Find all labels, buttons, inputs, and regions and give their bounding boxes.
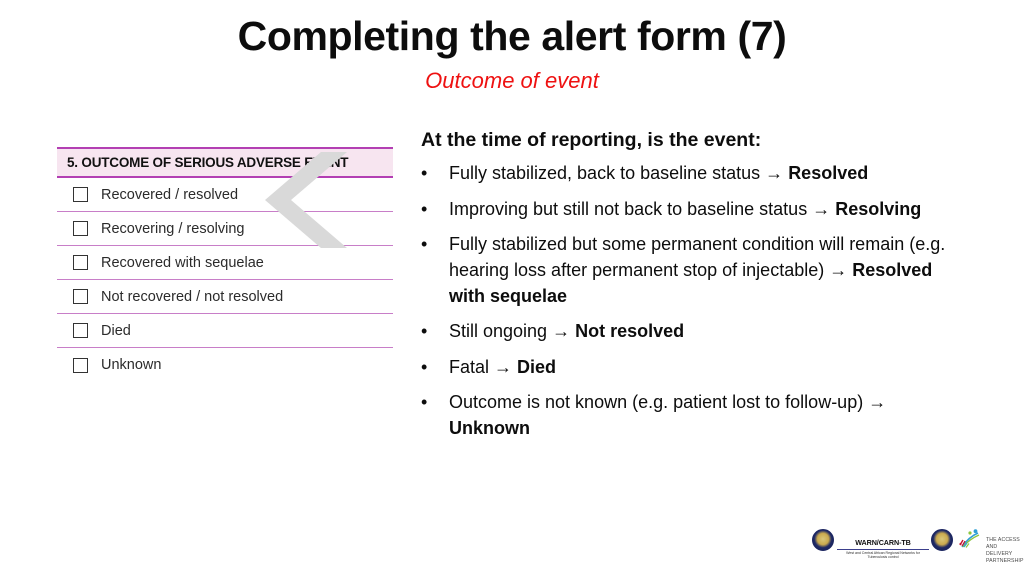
un-seal-icon: [812, 529, 834, 551]
divider: [837, 548, 929, 550]
list-item-outcome: Resolving: [835, 198, 922, 219]
adp-text-block: THE ACCESS AND DELIVERY PARTNERSHIP: [986, 537, 1024, 565]
checkbox-icon[interactable]: [73, 221, 88, 236]
content-column: At the time of reporting, is the event: …: [421, 128, 961, 451]
footer-logo-strip: WARN/CARN-TB West and Central African Re…: [812, 528, 1023, 572]
list-item-arrow: →: [765, 163, 789, 184]
warn-carn-tagline: West and Central African Regional Networ…: [846, 550, 920, 560]
list-item-lead: Outcome is not known (e.g. patient lost …: [449, 392, 869, 413]
list-item-text: Fatal → Died: [449, 355, 961, 381]
form-option-label: Died: [101, 322, 131, 339]
bullet-marker: •: [421, 198, 428, 219]
warn-carn-name: WARN/CARN-TB: [855, 538, 911, 547]
checkbox-icon[interactable]: [73, 289, 88, 304]
page-title: Completing the alert form (7): [237, 13, 787, 59]
list-item-arrow: →: [494, 356, 518, 377]
list-item: • Still ongoing → Not resolved: [421, 319, 961, 345]
form-option-row[interactable]: Recovered with sequelae: [57, 246, 393, 280]
checkbox-icon[interactable]: [73, 187, 88, 202]
list-item-text: Fully stabilized but some permanent cond…: [449, 232, 961, 309]
bullet-marker: •: [421, 392, 428, 413]
form-option-label: Recovering / resolving: [101, 220, 245, 237]
bullet-marker: •: [421, 234, 428, 255]
warn-carn-logo: WARN/CARN-TB West and Central African Re…: [812, 528, 953, 559]
list-item-arrow: →: [552, 321, 576, 342]
list-item: • Fully stabilized but some permanent co…: [421, 232, 961, 309]
form-option-label: Unknown: [101, 357, 162, 373]
list-item-text: Improving but still not back to baseline…: [449, 197, 961, 223]
warn-carn-text-block: WARN/CARN-TB West and Central African Re…: [837, 528, 929, 559]
adp-line-1: THE ACCESS AND: [986, 537, 1020, 551]
bullet-marker: •: [421, 163, 428, 184]
list-item-outcome: Unknown: [449, 417, 530, 438]
list-item-arrow: →: [829, 260, 853, 281]
list-item: • Outcome is not known (e.g. patient los…: [421, 390, 961, 441]
list-item-outcome: Died: [517, 356, 557, 377]
list-item: • Improving but still not back to baseli…: [421, 197, 961, 223]
form-option-row[interactable]: Unknown: [57, 348, 393, 382]
list-item-text: Still ongoing → Not resolved: [449, 319, 961, 345]
form-option-row[interactable]: Recovered / resolved: [57, 178, 393, 212]
bullet-marker: •: [421, 321, 428, 342]
form-option-row[interactable]: Died: [57, 314, 393, 348]
list-item-lead: Improving but still not back to baseline…: [449, 198, 813, 219]
list-item-arrow: →: [812, 198, 836, 219]
list-item-text: Fully stabilized, back to baseline statu…: [449, 161, 961, 187]
list-item: • Fully stabilized, back to baseline sta…: [421, 161, 961, 187]
checkbox-icon[interactable]: [73, 357, 88, 373]
form-option-label: Recovered / resolved: [101, 186, 239, 203]
outcome-form-table: 5. OUTCOME OF SERIOUS ADVERSE EVENT Reco…: [57, 147, 393, 382]
form-option-row[interactable]: Not recovered / not resolved: [57, 280, 393, 314]
list-item: • Fatal → Died: [421, 355, 961, 381]
un-seal-icon: [931, 529, 953, 551]
access-delivery-partnership-logo: THE ACCESS AND DELIVERY PARTNERSHIP: [959, 528, 1024, 565]
form-option-row[interactable]: Recovering / resolving: [57, 212, 393, 246]
list-item-lead: Fully stabilized, back to baseline statu…: [449, 163, 766, 184]
form-option-label: Not recovered / not resolved: [101, 288, 284, 305]
form-option-label: Recovered with sequelae: [101, 254, 264, 271]
form-section-header: 5. OUTCOME OF SERIOUS ADVERSE EVENT: [57, 149, 393, 178]
list-item-text: Outcome is not known (e.g. patient lost …: [449, 390, 961, 441]
list-item-outcome: Not resolved: [575, 321, 685, 342]
adp-mark-icon: [959, 529, 980, 548]
list-item-lead: Fatal: [449, 356, 495, 377]
list-item-outcome: Resolved: [788, 163, 869, 184]
page-subtitle: Outcome of event: [425, 68, 599, 93]
checkbox-icon[interactable]: [73, 323, 88, 338]
alert-form-figure: 5. OUTCOME OF SERIOUS ADVERSE EVENT Reco…: [57, 147, 393, 382]
content-heading: At the time of reporting, is the event:: [421, 129, 762, 151]
bullet-marker: •: [421, 356, 428, 377]
checkbox-icon[interactable]: [73, 255, 88, 270]
list-item-arrow: →: [868, 392, 887, 413]
adp-line-2: DELIVERY PARTNERSHIP: [986, 551, 1024, 565]
list-item-lead: Still ongoing: [449, 321, 553, 342]
